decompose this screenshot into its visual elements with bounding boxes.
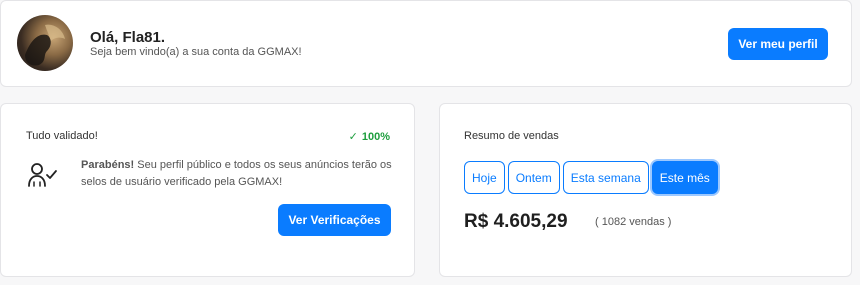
tab-this-month[interactable]: Este mês — [651, 161, 718, 194]
avatar-image — [25, 24, 65, 66]
sales-summary-card: Resumo de vendas Hoje Ontem Esta semana … — [439, 103, 852, 277]
view-profile-button[interactable]: Ver meu perfil — [728, 28, 828, 60]
tab-yesterday[interactable]: Ontem — [507, 161, 560, 194]
tab-this-week[interactable]: Esta semana — [562, 161, 649, 194]
verification-message: Parabéns! Seu perfil público e todos os … — [81, 157, 401, 191]
verification-card: Tudo validado! ✓ 100% Parabéns! Seu perf… — [0, 103, 415, 277]
greeting-subtitle: Seja bem vindo(a) a sua conta da GGMAX! — [90, 46, 302, 58]
view-verifications-button[interactable]: Ver Verificações — [278, 204, 391, 236]
user-check-icon — [27, 162, 59, 188]
verification-message-bold: Parabéns! — [81, 159, 135, 171]
avatar[interactable] — [17, 15, 73, 71]
tab-today[interactable]: Hoje — [464, 161, 505, 194]
greeting-title: Olá, Fla81. — [90, 29, 166, 46]
sales-summary-title: Resumo de vendas — [464, 130, 559, 142]
period-tabs: Hoje Ontem Esta semana Este mês — [464, 161, 718, 194]
verification-title: Tudo validado! — [26, 130, 98, 142]
sales-amount: R$ 4.605,29 — [464, 211, 568, 232]
verification-progress-value: 100% — [361, 130, 390, 143]
sales-count: ( 1082 vendas ) — [595, 216, 672, 228]
welcome-card: Olá, Fla81. Seja bem vindo(a) a sua cont… — [0, 0, 852, 87]
check-icon: ✓ — [348, 131, 358, 143]
verification-progress: ✓ 100% — [348, 130, 390, 144]
